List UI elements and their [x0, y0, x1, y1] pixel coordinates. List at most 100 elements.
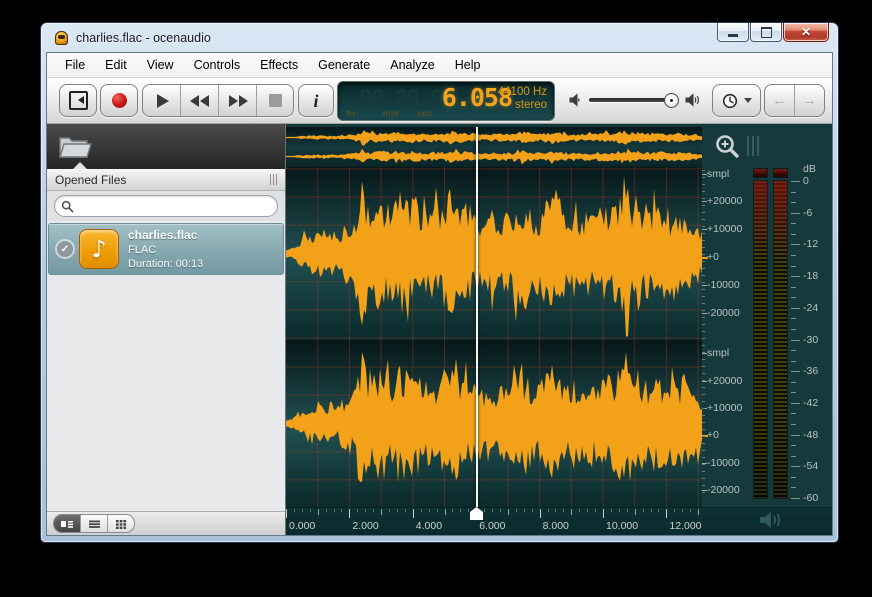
axis-minor-tick [702, 436, 705, 437]
panel-grip-icon[interactable] [270, 174, 277, 185]
rewind-icon [190, 95, 210, 107]
stop-button[interactable] [257, 85, 293, 116]
meter-panel-grip-icon[interactable] [747, 136, 759, 156]
view-mode-grid-button[interactable] [108, 515, 134, 532]
axis-tick [702, 353, 707, 354]
menu-edit[interactable]: Edit [95, 55, 137, 75]
time-display[interactable]: -00:00:06.058 hr min sec smpl 44100 Hz s… [337, 81, 555, 121]
clock-icon [722, 93, 738, 109]
zoom-in-icon[interactable] [714, 133, 742, 161]
view-mode-list-button[interactable] [81, 515, 108, 532]
ruler-tick [508, 509, 509, 515]
axis-tick [702, 229, 707, 230]
ruler-tick [365, 509, 366, 512]
axis-minor-tick [702, 282, 705, 283]
ruler-tick [619, 509, 620, 512]
menu-analyze[interactable]: Analyze [380, 55, 444, 75]
waveform-channel-right[interactable] [286, 340, 702, 507]
axis-minor-tick [702, 170, 705, 171]
db-label: -48 [803, 429, 818, 441]
axis-minor-tick [702, 471, 705, 472]
minimize-button[interactable] [717, 23, 749, 42]
overview-strip[interactable] [286, 127, 702, 168]
opened-files-header[interactable]: Opened Files [47, 169, 285, 191]
loop-indicator-icons: ▸ ⟳ [523, 107, 544, 118]
search-box[interactable] [54, 195, 278, 217]
file-meta: charlies.flac FLAC Duration: 00:13 [128, 228, 203, 271]
monitor-speaker-icon[interactable] [758, 510, 784, 530]
menu-file[interactable]: File [55, 55, 95, 75]
file-format: FLAC [128, 243, 203, 257]
waveform-channel-left[interactable] [286, 167, 702, 341]
axis-minor-tick [702, 401, 705, 402]
volume-slider-thumb[interactable] [664, 93, 679, 108]
db-minor-tick [791, 287, 796, 288]
forward-button[interactable]: → [795, 85, 824, 116]
ruler-tick [326, 509, 327, 512]
volume-slider[interactable] [589, 98, 679, 102]
sample-axis-label: -20000 [707, 307, 740, 319]
search-input[interactable] [74, 199, 271, 213]
close-button[interactable]: ✕ [783, 23, 829, 42]
ruler-tick [389, 509, 390, 512]
back-button[interactable]: ← [765, 85, 795, 116]
db-minor-tick [791, 477, 796, 478]
window-body: FileEditViewControlsEffectsGenerateAnaly… [46, 52, 833, 536]
play-icon [157, 94, 169, 108]
time-ruler[interactable]: 0.0002.0004.0006.0008.00010.00012.000 [286, 507, 832, 535]
view-mode-group [53, 514, 135, 533]
menu-bar: FileEditViewControlsEffectsGenerateAnaly… [47, 53, 832, 78]
window-title: charlies.flac - ocenaudio [76, 31, 211, 45]
maximize-button[interactable] [750, 23, 782, 42]
db-minor-tick [791, 413, 796, 414]
ruler-tick [555, 509, 556, 512]
fast-forward-button[interactable] [219, 85, 257, 116]
file-list-item[interactable]: ✓ ♪ charlies.flac FLAC Duration: 00:13 [48, 223, 284, 275]
sample-axis-label: -20000 [707, 484, 740, 496]
menu-effects[interactable]: Effects [250, 55, 308, 75]
record-icon [112, 93, 127, 108]
axis-minor-tick [702, 345, 705, 346]
db-major-tick [791, 466, 800, 467]
record-button[interactable] [100, 84, 138, 117]
menu-help[interactable]: Help [445, 55, 491, 75]
menu-controls[interactable]: Controls [184, 55, 251, 75]
window-controls: ✕ [717, 23, 829, 42]
view-mode-detailed-button[interactable] [54, 515, 81, 532]
axis-tick [702, 174, 707, 175]
axis-minor-tick [702, 485, 705, 486]
ruler-tick [658, 509, 659, 512]
axis-minor-tick [702, 478, 705, 479]
info-button[interactable]: i [298, 84, 334, 117]
ruler-tick [468, 509, 469, 512]
ruler-tick [563, 509, 564, 512]
ruler-tick [611, 509, 612, 512]
menu-view[interactable]: View [137, 55, 184, 75]
db-unit-label: dB [803, 163, 816, 175]
rewind-button[interactable] [181, 85, 219, 116]
clip-indicator-left[interactable] [754, 169, 767, 177]
axis-minor-tick [702, 331, 705, 332]
zero-line-tick [702, 257, 708, 259]
ruler-tick [651, 509, 652, 512]
ruler-label: 8.000 [543, 520, 569, 532]
sidebar: Opened Files ✓ ♪ charlies.flac [47, 124, 286, 535]
ruler-tick [500, 509, 501, 512]
db-minor-tick [791, 223, 796, 224]
menu-generate[interactable]: Generate [308, 55, 380, 75]
opened-files-folder-icon[interactable] [57, 131, 95, 161]
axis-tick [702, 381, 707, 382]
time-format-button[interactable] [712, 84, 761, 117]
db-minor-tick [791, 392, 796, 393]
clip-indicator-right[interactable] [774, 169, 787, 177]
db-minor-tick [791, 255, 796, 256]
ruler-tick [682, 509, 683, 512]
ruler-tick [698, 509, 699, 515]
play-button[interactable] [143, 85, 181, 116]
min-label: min [383, 108, 400, 118]
sidebar-tab-strip [47, 124, 285, 169]
axis-minor-tick [702, 408, 705, 409]
skip-to-start-button[interactable] [59, 84, 97, 117]
axis-minor-tick [702, 240, 705, 241]
ruler-tick [397, 509, 398, 512]
